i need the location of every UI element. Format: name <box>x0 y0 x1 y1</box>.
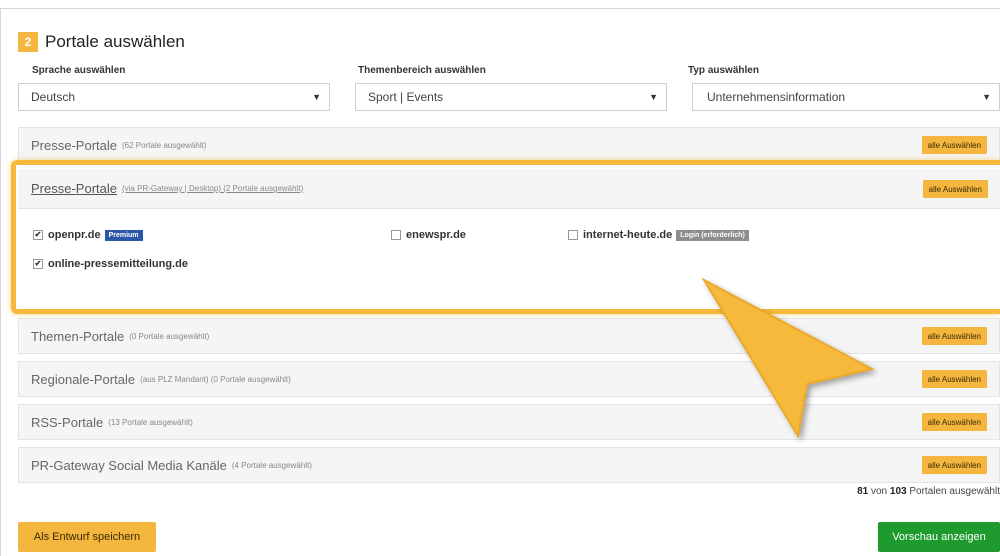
arrow-pointer-icon <box>701 277 875 439</box>
portal-selection-form: 2 Portale auswählen Sprache auswählen De… <box>0 0 1000 556</box>
